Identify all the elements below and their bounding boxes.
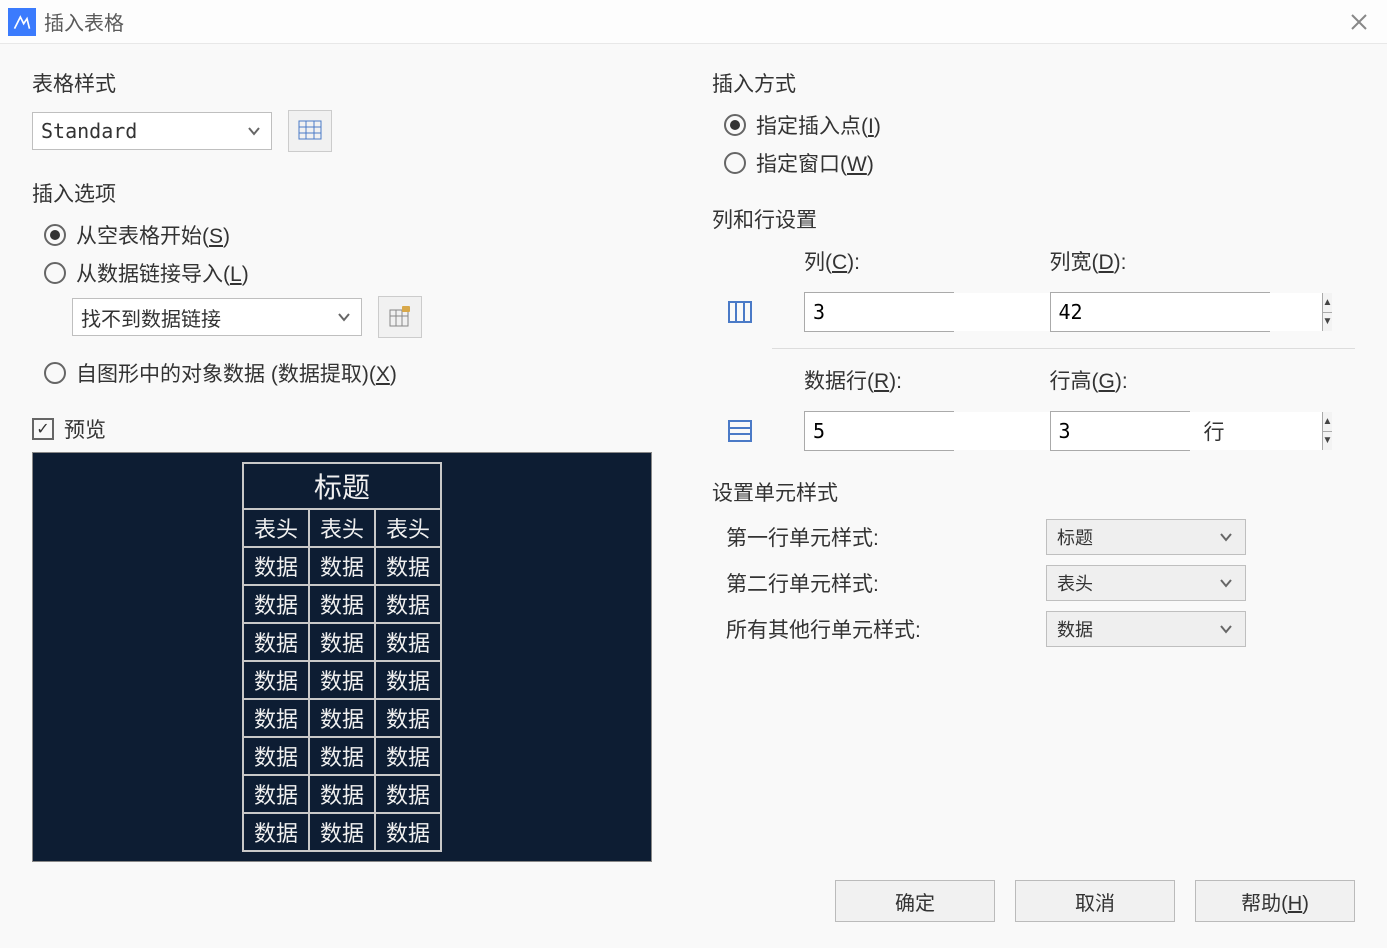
app-icon — [8, 8, 36, 36]
chevron-down-icon — [1217, 574, 1235, 592]
table-style-label: 表格样式 — [32, 68, 662, 98]
row-height-label: 行高(G): — [1050, 365, 1278, 395]
first-row-style-combo[interactable]: 标题 — [1046, 519, 1246, 555]
insert-options-label: 插入选项 — [32, 178, 662, 208]
help-button[interactable]: 帮助(H) — [1195, 880, 1355, 922]
row-height-spinner[interactable]: ▲▼ — [1050, 411, 1190, 451]
second-row-style-label: 第二行单元样式: — [726, 568, 1046, 598]
spin-up-icon[interactable]: ▲ — [1323, 293, 1333, 313]
table-style-value: Standard — [41, 119, 245, 143]
titlebar: 插入表格 — [0, 0, 1387, 44]
radio-icon — [44, 262, 66, 284]
column-width-label: 列宽(D): — [1050, 246, 1278, 276]
rows-input[interactable] — [805, 412, 1076, 450]
cell-style-label: 设置单元样式 — [712, 477, 1355, 507]
spin-down-icon[interactable]: ▼ — [1323, 432, 1333, 451]
dialog-title: 插入表格 — [44, 7, 1339, 36]
radio-data-extract[interactable]: 自图形中的对象数据 (数据提取)(X) — [44, 358, 662, 388]
radio-icon — [724, 114, 746, 136]
ok-button[interactable]: 确定 — [835, 880, 995, 922]
spin-down-icon[interactable]: ▼ — [1323, 313, 1333, 332]
data-link-browse-button[interactable] — [378, 296, 422, 338]
data-link-combo[interactable]: 找不到数据链接 — [72, 298, 362, 336]
first-row-style-label: 第一行单元样式: — [726, 522, 1046, 552]
close-icon[interactable] — [1339, 2, 1379, 42]
insert-mode-label: 插入方式 — [712, 68, 1355, 98]
preview-checkbox[interactable]: ✓ 预览 — [32, 414, 662, 444]
table-style-launch-button[interactable] — [288, 110, 332, 152]
radio-insert-window[interactable]: 指定窗口(W) — [724, 148, 1355, 178]
preview-canvas: 标题 表头表头表头 数据数据数据 数据数据数据 数据数据数据 数据数据数据 数据… — [32, 452, 652, 862]
radio-icon — [724, 152, 746, 174]
cancel-button[interactable]: 取消 — [1015, 880, 1175, 922]
column-width-input[interactable] — [1051, 293, 1322, 331]
chevron-down-icon — [335, 308, 353, 326]
rows-spinner[interactable]: ▲▼ — [804, 411, 954, 451]
columns-spinner[interactable]: ▲▼ — [804, 292, 954, 332]
radio-icon — [44, 224, 66, 246]
spin-up-icon[interactable]: ▲ — [1323, 412, 1333, 432]
columns-input[interactable] — [805, 293, 1076, 331]
checkbox-icon: ✓ — [32, 418, 54, 440]
rows-label: 数据行(R): — [804, 365, 1032, 395]
chevron-down-icon — [245, 122, 263, 140]
second-row-style-combo[interactable]: 表头 — [1046, 565, 1246, 601]
row-height-unit: 行 — [1204, 416, 1225, 446]
radio-icon — [44, 362, 66, 384]
other-row-style-label: 所有其他行单元样式: — [726, 614, 1046, 644]
table-style-combo[interactable]: Standard — [32, 112, 272, 150]
data-link-value: 找不到数据链接 — [81, 303, 335, 332]
other-row-style-combo[interactable]: 数据 — [1046, 611, 1246, 647]
column-width-spinner[interactable]: ▲▼ — [1050, 292, 1270, 332]
preview-table: 标题 表头表头表头 数据数据数据 数据数据数据 数据数据数据 数据数据数据 数据… — [242, 462, 442, 852]
divider — [772, 348, 1355, 349]
rows-icon — [726, 417, 754, 445]
radio-data-link[interactable]: 从数据链接导入(L) — [44, 258, 662, 288]
chevron-down-icon — [1217, 620, 1235, 638]
chevron-down-icon — [1217, 528, 1235, 546]
radio-empty-table[interactable]: 从空表格开始(S) — [44, 220, 662, 250]
radio-insert-point[interactable]: 指定插入点(I) — [724, 110, 1355, 140]
columns-icon — [726, 298, 754, 326]
columns-label: 列(C): — [804, 246, 1032, 276]
colrow-label: 列和行设置 — [712, 204, 1355, 234]
row-height-input[interactable] — [1051, 412, 1322, 450]
